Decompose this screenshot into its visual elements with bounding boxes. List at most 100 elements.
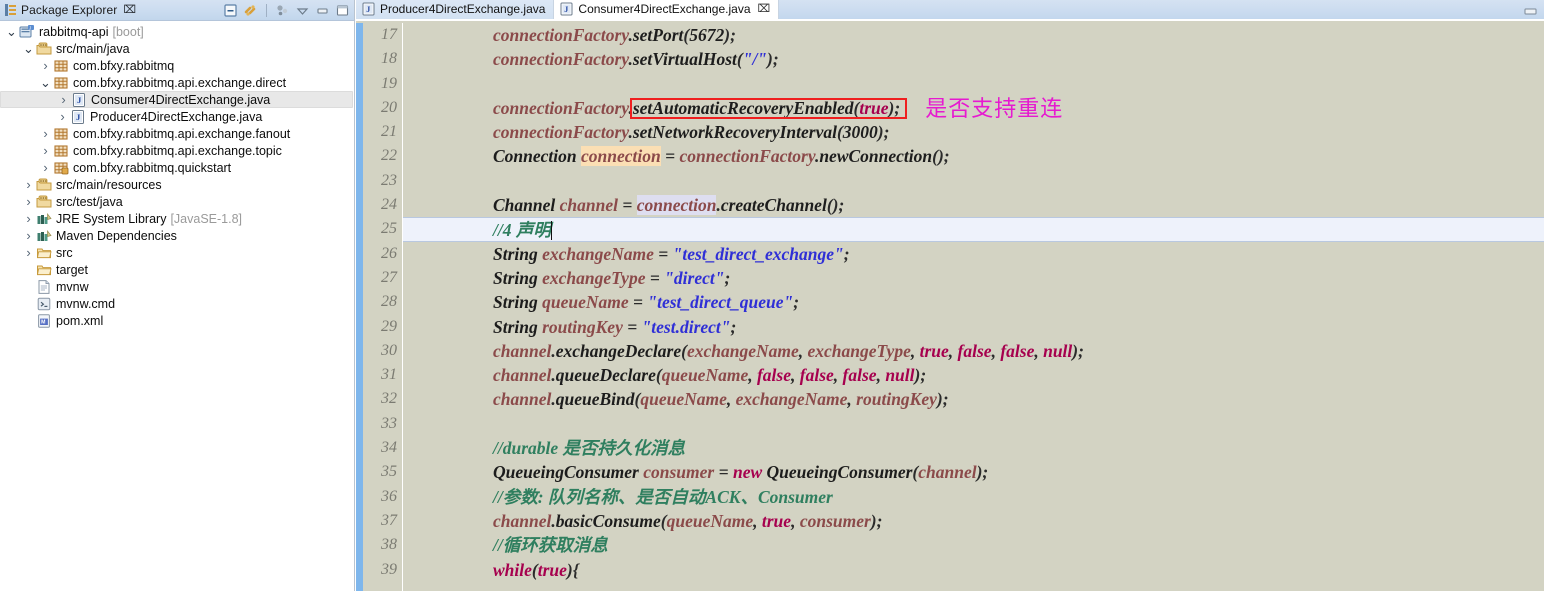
- line-number: 30: [381, 341, 397, 359]
- close-icon[interactable]: ⌧: [123, 4, 136, 16]
- code-string: "direct": [664, 267, 725, 288]
- code-number: 5672: [689, 25, 725, 45]
- tree-item[interactable]: › com.bfxy.rabbitmq.quickstart: [0, 159, 353, 176]
- code-editor[interactable]: 17 18 19 20 21 22 23 24 25 26 27 28 29 30 31 32 33 34 35 36…: [356, 23, 1544, 591]
- code-line[interactable]: channel.basicConsume(queueName, true, co…: [403, 509, 1544, 533]
- minimize-icon[interactable]: [1524, 4, 1537, 15]
- code-identifier: connectionFactory: [493, 25, 629, 45]
- package-explorer-titlebar: Package Explorer ⌧: [0, 0, 354, 21]
- code-type: String: [493, 267, 538, 288]
- source-folder-icon: [36, 177, 52, 193]
- chevron-right-icon[interactable]: ›: [38, 59, 53, 72]
- chevron-right-icon[interactable]: ›: [21, 246, 36, 259]
- code-identifier: consumer: [643, 462, 715, 483]
- code-line[interactable]: connectionFactory.setVirtualHost("/");: [403, 47, 1544, 71]
- tree-item-label: mvnw.cmd: [56, 296, 116, 311]
- tree-item[interactable]: › com.bfxy.rabbitmq.api.exchange.topic: [0, 142, 353, 159]
- tree-item[interactable]: › JRE System Library [JavaSE-1.8]: [0, 210, 353, 227]
- link-with-editor-icon[interactable]: [243, 3, 258, 18]
- close-icon[interactable]: ⌧: [758, 3, 771, 15]
- chevron-right-icon[interactable]: ›: [38, 161, 53, 174]
- chevron-right-icon[interactable]: ›: [21, 212, 36, 225]
- code-line[interactable]: [403, 72, 1544, 96]
- chevron-right-icon[interactable]: ›: [56, 93, 71, 106]
- chevron-right-icon[interactable]: ›: [21, 229, 36, 242]
- chevron-down-icon[interactable]: ⌄: [21, 42, 36, 55]
- editor-tab[interactable]: J Producer4DirectExchange.java: [356, 0, 554, 19]
- project-tree[interactable]: ⌄ Jrabbitmq-api [boot] ⌄ src/main/java › com.b…: [0, 22, 353, 591]
- code-line[interactable]: String queueName = "test_direct_queue";: [403, 290, 1544, 314]
- tree-item[interactable]: Mpom.xml: [0, 312, 353, 329]
- code-type: String: [493, 243, 538, 264]
- code-line[interactable]: //循环获取消息: [403, 533, 1544, 557]
- tree-item-label: com.bfxy.rabbitmq.api.exchange.direct: [73, 75, 287, 90]
- tree-item[interactable]: › src: [0, 244, 353, 261]
- tree-item[interactable]: mvnw: [0, 278, 353, 295]
- editor-tab[interactable]: J Consumer4DirectExchange.java ⌧: [553, 0, 780, 19]
- chevron-right-icon[interactable]: ›: [21, 195, 36, 208]
- line-number: 27: [381, 268, 397, 286]
- code-comment: //4 声明: [493, 220, 551, 241]
- code-line[interactable]: while(true){: [403, 558, 1544, 582]
- tree-item[interactable]: › com.bfxy.rabbitmq.api.exchange.fanout: [0, 125, 353, 142]
- tree-item[interactable]: target: [0, 261, 353, 278]
- svg-text:M: M: [41, 319, 45, 325]
- line-number: 24: [381, 196, 397, 214]
- tree-item[interactable]: mvnw.cmd: [0, 295, 353, 312]
- tree-item-selected[interactable]: › J Consumer4DirectExchange.java: [0, 91, 353, 108]
- tree-item-label: pom.xml: [56, 313, 104, 328]
- code-line[interactable]: QueueingConsumer consumer = new Queueing…: [403, 460, 1544, 484]
- chevron-down-icon[interactable]: ⌄: [4, 25, 19, 38]
- code-string: "test.direct": [641, 316, 731, 337]
- code-comment: //durable 是否持久化消息: [493, 438, 686, 459]
- tree-item[interactable]: ⌄ com.bfxy.rabbitmq.api.exchange.direct: [0, 74, 353, 91]
- tree-item[interactable]: ⌄ src/main/java: [0, 40, 353, 57]
- code-line[interactable]: [403, 169, 1544, 193]
- code-line[interactable]: Channel channel = connection.createChann…: [403, 193, 1544, 217]
- code-line[interactable]: channel.queueDeclare(queueName, false, f…: [403, 363, 1544, 387]
- view-menu-icon[interactable]: [275, 3, 290, 18]
- code-identifier: connectionFactory: [679, 146, 815, 167]
- collapse-all-icon[interactable]: [223, 3, 238, 18]
- library-icon: [36, 211, 52, 227]
- code-line[interactable]: String exchangeName = "test_direct_excha…: [403, 242, 1544, 266]
- chevron-right-icon[interactable]: ›: [38, 144, 53, 157]
- code-line-current[interactable]: //4 声明: [403, 217, 1544, 242]
- filter-dropdown-icon[interactable]: [295, 3, 310, 18]
- chevron-right-icon[interactable]: ›: [21, 178, 36, 191]
- code-line[interactable]: String exchangeType = "direct";: [403, 266, 1544, 290]
- editor-area: J Producer4DirectExchange.java J Consumer4D…: [356, 0, 1544, 591]
- tree-item[interactable]: › src/main/resources: [0, 176, 353, 193]
- tree-item[interactable]: › J Producer4DirectExchange.java: [0, 108, 353, 125]
- code-identifier: channel: [559, 195, 618, 216]
- code-type: String: [493, 316, 538, 337]
- code-punctuation: =: [718, 462, 729, 483]
- maximize-icon[interactable]: [335, 3, 350, 18]
- minimize-icon[interactable]: [315, 3, 330, 18]
- tree-item[interactable]: › Maven Dependencies: [0, 227, 353, 244]
- code-line[interactable]: channel.exchangeDeclare(exchangeName, ex…: [403, 339, 1544, 363]
- tree-item[interactable]: › src/test/java: [0, 193, 353, 210]
- code-line[interactable]: connectionFactory.setNetworkRecoveryInte…: [403, 120, 1544, 144]
- tree-item-suffix: [boot]: [112, 24, 144, 39]
- code-line[interactable]: String routingKey = "test.direct";: [403, 315, 1544, 339]
- code-line[interactable]: [403, 412, 1544, 436]
- package-explorer-icon: [4, 3, 18, 17]
- chevron-right-icon[interactable]: ›: [38, 127, 53, 140]
- line-number: 35: [381, 463, 397, 481]
- line-number: 22: [381, 147, 397, 165]
- code-line[interactable]: //参数: 队列名称、是否自动ACK、Consumer: [403, 485, 1544, 509]
- code-line[interactable]: Connection connection = connectionFactor…: [403, 144, 1544, 168]
- tree-item[interactable]: › com.bfxy.rabbitmq: [0, 57, 353, 74]
- code-punctuation: =: [622, 195, 633, 216]
- code-punctuation: ;: [730, 316, 737, 337]
- code-line[interactable]: //durable 是否持久化消息: [403, 436, 1544, 460]
- chevron-right-icon[interactable]: ›: [55, 110, 70, 123]
- svg-text:J: J: [29, 25, 31, 30]
- code-line[interactable]: channel.queueBind(queueName, exchangeNam…: [403, 387, 1544, 411]
- tree-item[interactable]: ⌄ Jrabbitmq-api [boot]: [0, 23, 353, 40]
- code-line[interactable]: connectionFactory.setPort(5672);: [403, 23, 1544, 47]
- code-punctuation: =: [665, 146, 676, 167]
- chevron-down-icon[interactable]: ⌄: [38, 76, 53, 89]
- library-icon: [36, 228, 52, 244]
